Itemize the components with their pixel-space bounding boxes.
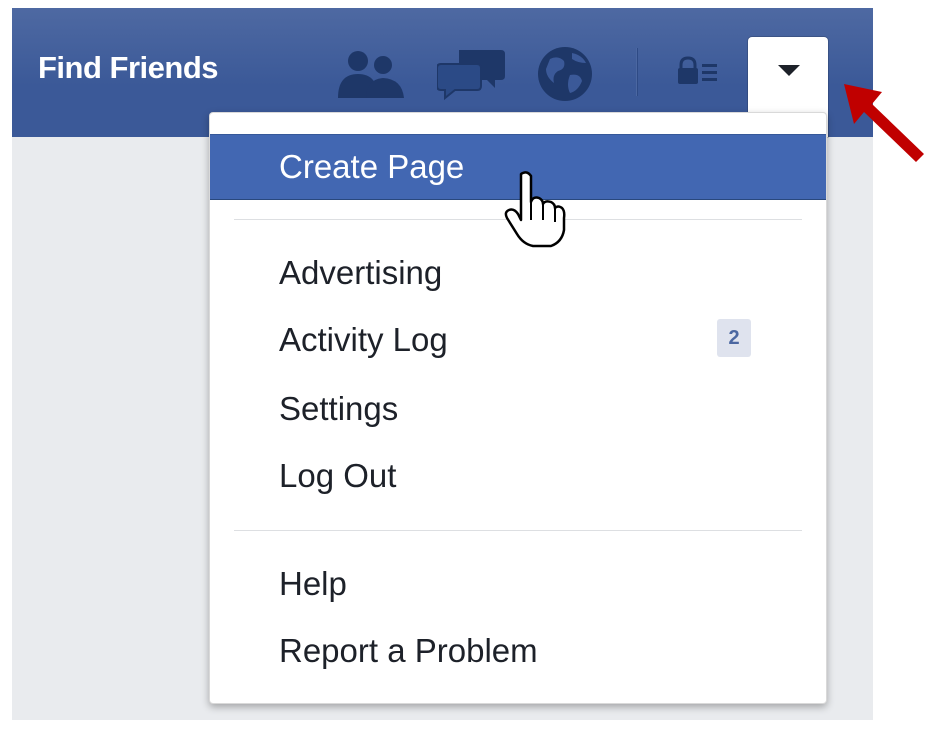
activity-log-count-badge: 2	[717, 319, 751, 357]
find-friends-link[interactable]: Find Friends	[38, 50, 219, 86]
menu-item-help[interactable]: Help	[210, 551, 826, 617]
header-divider	[636, 48, 637, 96]
menu-item-log-out[interactable]: Log Out	[210, 443, 826, 509]
menu-item-label: Settings	[279, 390, 399, 427]
privacy-shortcuts-icon[interactable]	[677, 56, 719, 86]
menu-item-label: Help	[279, 565, 347, 602]
menu-item-label: Activity Log	[279, 321, 448, 358]
menu-item-label: Report a Problem	[279, 632, 538, 669]
account-dropdown-menu: Create Page Advertising Activity Log 2 S…	[209, 112, 827, 704]
menu-item-advertising[interactable]: Advertising	[210, 240, 826, 306]
menu-item-label: Log Out	[279, 457, 397, 494]
menu-separator	[234, 530, 802, 531]
account-dropdown-caret-icon	[778, 65, 800, 76]
menu-item-report-a-problem[interactable]: Report a Problem	[210, 618, 826, 684]
menu-item-settings[interactable]: Settings	[210, 376, 826, 442]
menu-item-activity-log[interactable]: Activity Log 2	[210, 307, 826, 373]
messages-icon[interactable]	[437, 46, 507, 102]
friends-icon[interactable]	[336, 48, 408, 100]
menu-item-label: Create Page	[279, 148, 465, 185]
notifications-globe-icon[interactable]	[536, 45, 594, 103]
menu-item-label: Advertising	[279, 254, 443, 291]
menu-item-create-page[interactable]: Create Page	[210, 134, 826, 200]
menu-separator	[234, 219, 802, 220]
